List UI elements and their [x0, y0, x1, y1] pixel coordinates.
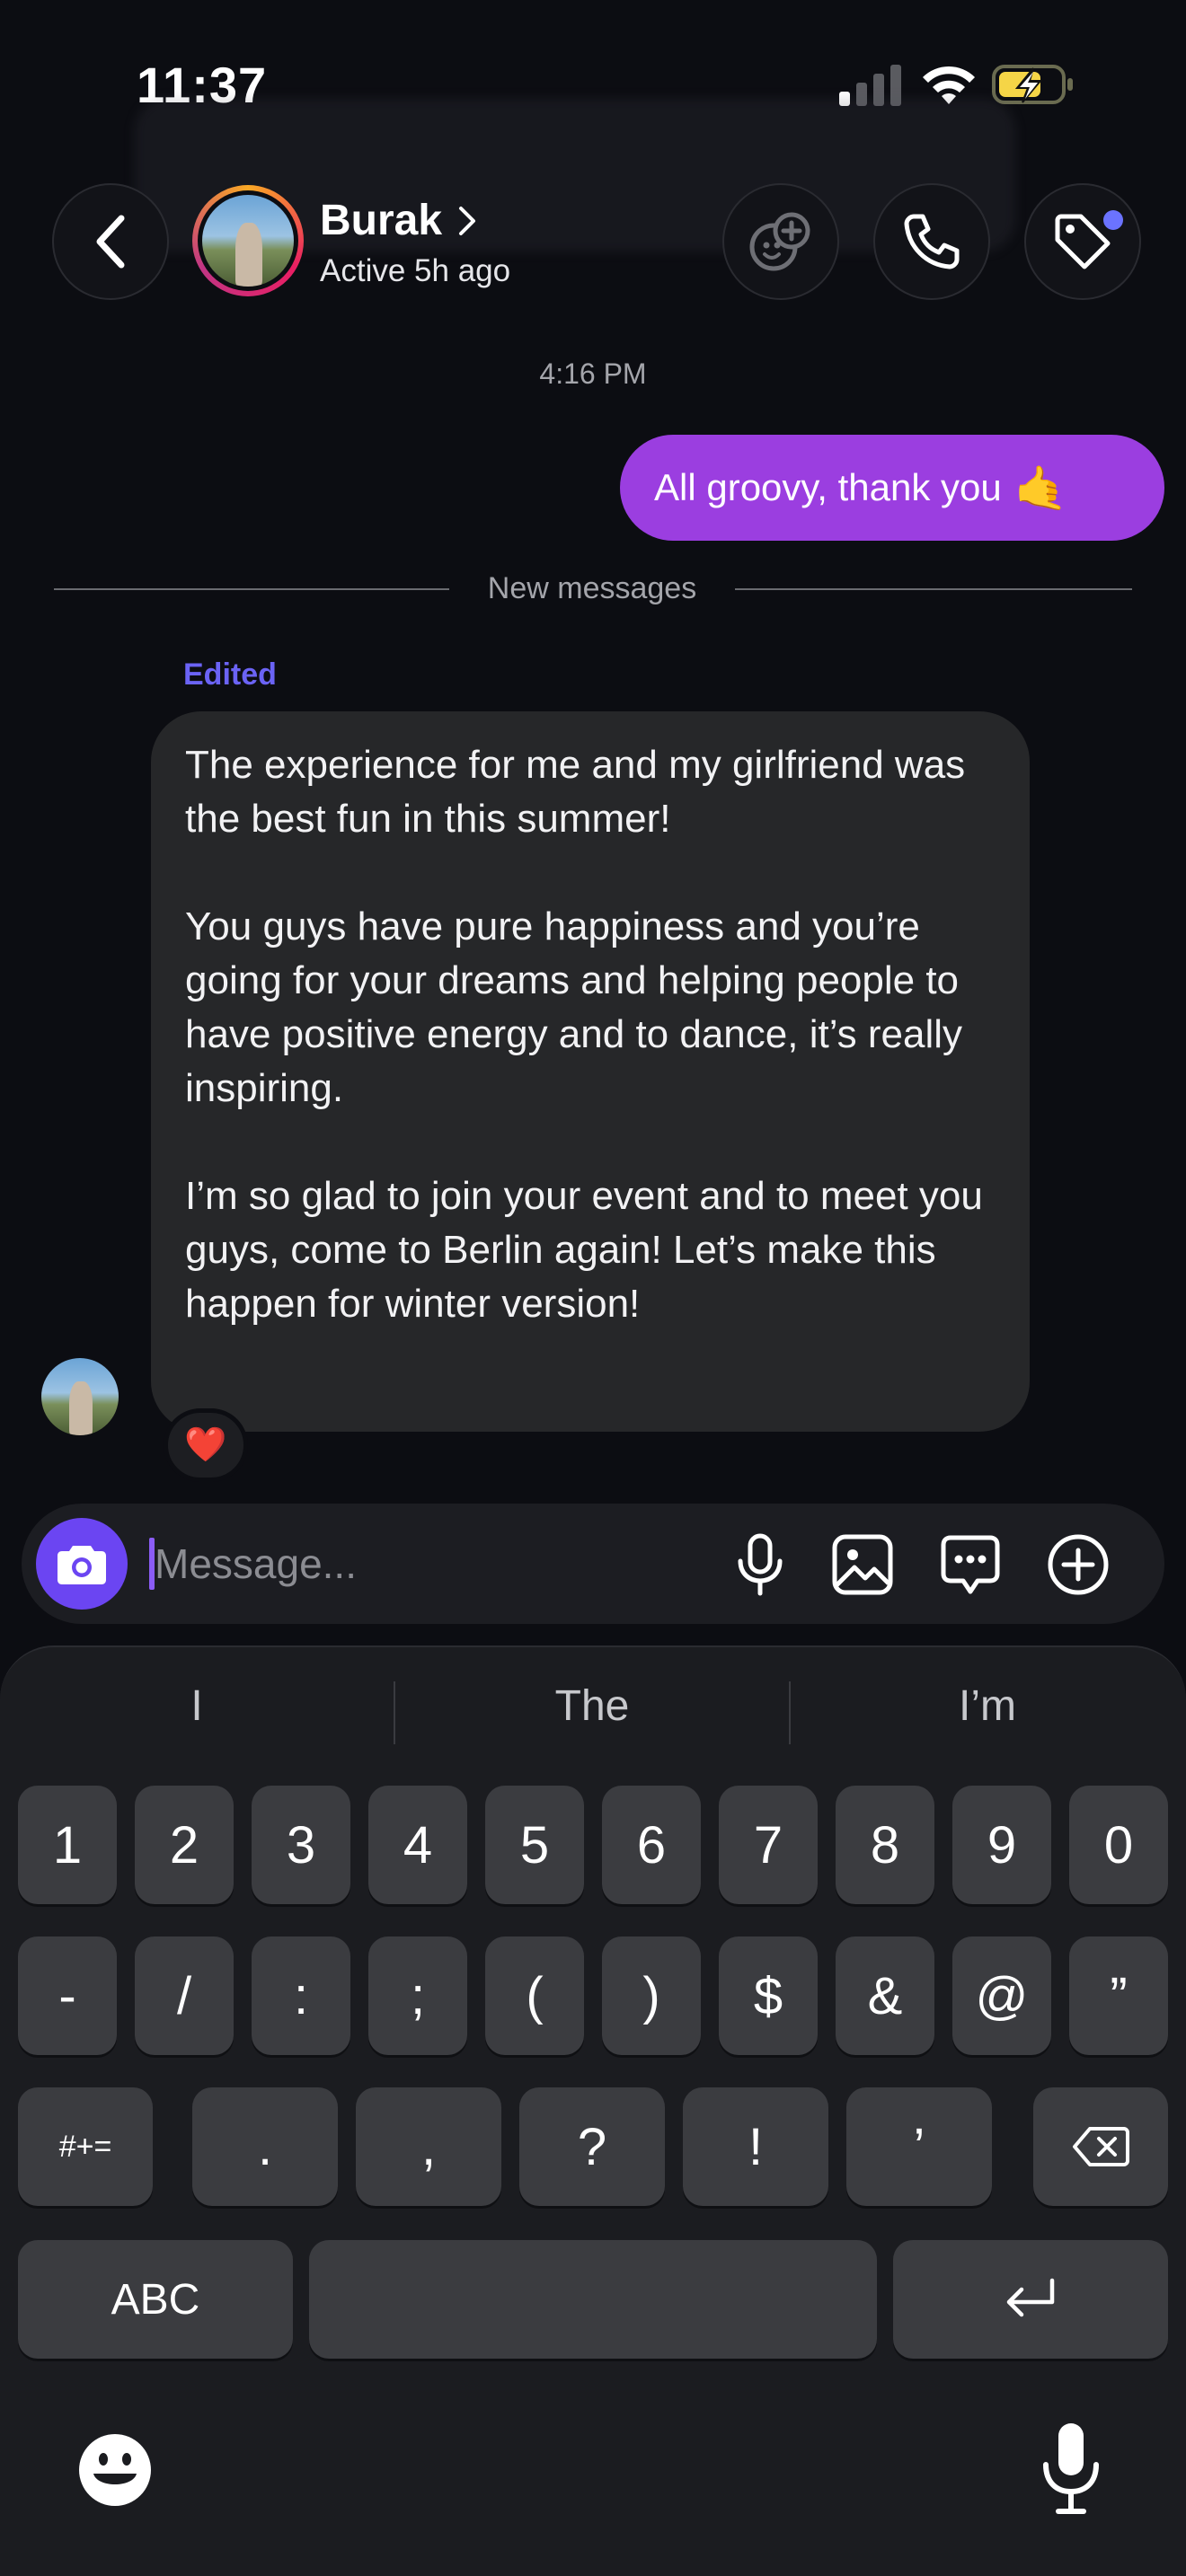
key-4[interactable]: 4	[368, 1786, 467, 1904]
edited-label[interactable]: Edited	[183, 657, 277, 693]
key-semicolon[interactable]: ;	[368, 1936, 467, 2055]
phone-icon	[904, 214, 960, 269]
key-hyphen[interactable]: -	[18, 1936, 117, 2055]
voice-message-button[interactable]	[726, 1531, 794, 1599]
suggestion-1[interactable]: I	[0, 1681, 394, 1731]
image-icon	[832, 1534, 893, 1595]
message-bubble-icon	[941, 1535, 1000, 1594]
effects-button[interactable]	[722, 183, 839, 300]
emoji-keyboard-icon[interactable]	[75, 2430, 155, 2510]
return-key[interactable]	[893, 2240, 1168, 2359]
abc-key[interactable]: ABC	[18, 2240, 293, 2359]
outgoing-message-bubble[interactable]: All groovy, thank you 🤙	[620, 435, 1164, 541]
key-9[interactable]: 9	[952, 1786, 1051, 1904]
sticker-button[interactable]	[936, 1531, 1005, 1599]
key-period[interactable]: .	[192, 2087, 338, 2206]
chevron-left-icon	[96, 215, 125, 269]
key-close-paren[interactable]: )	[602, 1936, 701, 2055]
message-input[interactable]	[155, 1527, 712, 1601]
key-3[interactable]: 3	[252, 1786, 350, 1904]
message-paragraph: You guys have pure happiness and you’re …	[185, 904, 963, 1110]
key-8[interactable]: 8	[836, 1786, 934, 1904]
key-open-paren[interactable]: (	[485, 1936, 584, 2055]
key-slash[interactable]: /	[135, 1936, 234, 2055]
back-button[interactable]	[52, 183, 169, 300]
microphone-icon	[738, 1533, 783, 1596]
key-apostrophe[interactable]: ’	[846, 2087, 992, 2206]
key-1[interactable]: 1	[18, 1786, 117, 1904]
plus-circle-icon	[1048, 1534, 1109, 1595]
divider-line-left	[54, 588, 449, 590]
return-icon	[1006, 2278, 1055, 2317]
divider-line-right	[735, 588, 1132, 590]
symbols-toggle-key[interactable]: #+=	[18, 2087, 153, 2206]
face-effects-icon	[749, 212, 810, 271]
call-me-hand-emoji: 🤙	[1013, 464, 1068, 513]
key-comma[interactable]: ,	[356, 2087, 501, 2206]
battery-icon	[992, 65, 1073, 104]
key-dollar[interactable]: $	[719, 1936, 818, 2055]
key-quote[interactable]: ”	[1069, 1936, 1168, 2055]
key-at[interactable]: @	[952, 1936, 1051, 2055]
message-paragraph: The experience for me and my girlfriend …	[185, 743, 966, 841]
heart-reaction[interactable]: ❤️	[164, 1408, 248, 1482]
delete-icon	[1073, 2127, 1129, 2166]
dictation-microphone-icon[interactable]	[1039, 2420, 1103, 2519]
tag-button[interactable]	[1024, 183, 1141, 300]
key-0[interactable]: 0	[1069, 1786, 1168, 1904]
sender-avatar[interactable]	[41, 1358, 119, 1435]
outgoing-message-text: All groovy, thank you	[654, 466, 1002, 508]
key-ampersand[interactable]: &	[836, 1936, 934, 2055]
key-7[interactable]: 7	[719, 1786, 818, 1904]
notification-dot	[1103, 210, 1123, 230]
key-6[interactable]: 6	[602, 1786, 701, 1904]
key-5[interactable]: 5	[485, 1786, 584, 1904]
gallery-button[interactable]	[828, 1531, 897, 1599]
suggestion-2[interactable]: The	[395, 1681, 789, 1731]
space-key[interactable]	[309, 2240, 877, 2359]
message-timestamp: 4:16 PM	[539, 357, 647, 390]
key-2[interactable]: 2	[135, 1786, 234, 1904]
camera-icon	[58, 1546, 106, 1584]
key-colon[interactable]: :	[252, 1936, 350, 2055]
contact-avatar[interactable]	[192, 185, 304, 296]
incoming-message-bubble[interactable]: The experience for me and my girlfriend …	[151, 711, 1030, 1432]
camera-button[interactable]	[36, 1518, 128, 1610]
contact-active-status: Active 5h ago	[320, 253, 511, 288]
audio-call-button[interactable]	[873, 183, 990, 300]
new-messages-divider: New messages	[487, 571, 697, 605]
chevron-right-icon[interactable]	[456, 203, 478, 239]
message-paragraph: I’m so glad to join your event and to me…	[185, 1174, 983, 1326]
key-question[interactable]: ?	[519, 2087, 665, 2206]
more-options-button[interactable]	[1044, 1531, 1112, 1599]
backspace-key[interactable]	[1033, 2087, 1168, 2206]
key-exclamation[interactable]: !	[683, 2087, 828, 2206]
contact-name[interactable]: Burak	[320, 196, 442, 245]
suggestion-3[interactable]: I’m	[791, 1681, 1184, 1731]
